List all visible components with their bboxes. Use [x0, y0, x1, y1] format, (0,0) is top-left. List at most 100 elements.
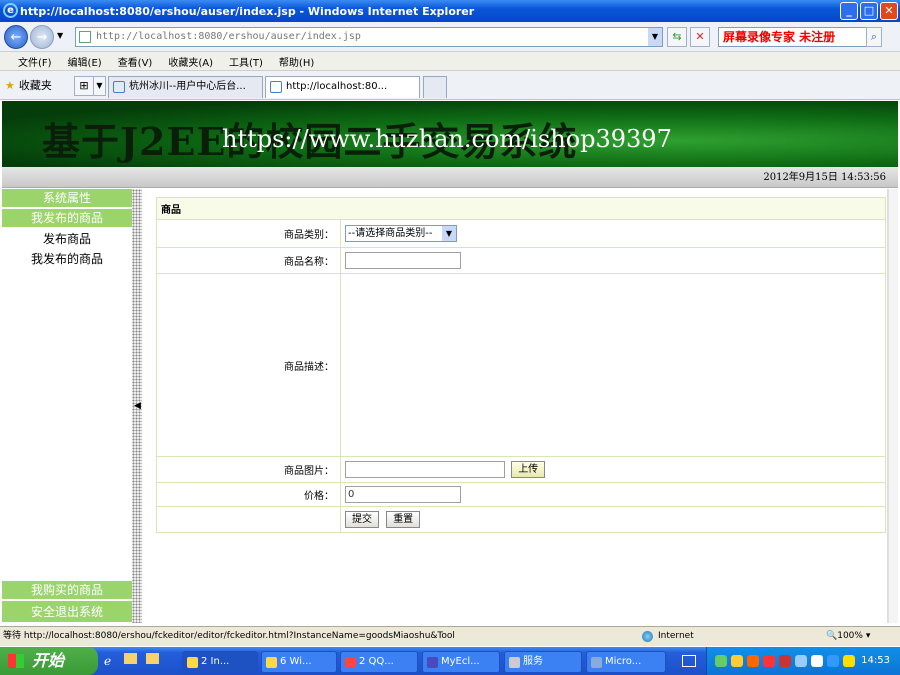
qq-tray-icon-3[interactable] [763, 655, 775, 667]
form-header: 商品 [156, 197, 886, 220]
description-editor[interactable] [340, 273, 886, 457]
tray-app-icon-3[interactable] [827, 655, 839, 667]
sidebar-section-purchased[interactable]: 我购买的商品 [2, 581, 132, 600]
forward-button[interactable]: → [30, 25, 54, 49]
services-icon [509, 657, 520, 668]
tab-localhost[interactable]: http://localhost:80... [265, 76, 420, 98]
description-label: 商品描述： [156, 273, 341, 457]
menu-item-favorites[interactable]: 收藏夹(A) [168, 54, 213, 69]
folder-icon [266, 657, 277, 668]
tab-bar: ★ 收藏夹 ⊞ ▼ 杭州冰川--用户中心后台... http://localhos… [0, 71, 900, 100]
task-explorer-windows[interactable]: 6 Wi... [261, 651, 337, 673]
keyboard-icon[interactable] [682, 655, 696, 667]
address-input[interactable]: http://localhost:8080/ershou/auser/index… [75, 27, 663, 47]
collapse-arrow-icon[interactable]: ◀ [134, 401, 141, 411]
page-icon [270, 81, 282, 93]
sidebar-section-system[interactable]: 系统属性 [2, 189, 132, 208]
quick-tabs-icon[interactable]: ⊞ [74, 76, 94, 96]
quicklaunch-ie-icon[interactable]: ℯ [104, 654, 111, 668]
menu-item-tools[interactable]: 工具(T) [229, 54, 263, 69]
address-toolbar: ← → ▼ http://localhost:8080/ershou/auser… [0, 22, 900, 52]
image-path-input[interactable] [345, 461, 505, 478]
menu-bar: 文件(F) 编辑(E) 查看(V) 收藏夹(A) 工具(T) 帮助(H) [0, 52, 900, 71]
menu-item-file[interactable]: 文件(F) [18, 54, 52, 69]
tab-list-dropdown-icon[interactable]: ▼ [94, 76, 106, 96]
chevron-down-icon: ▼ [442, 226, 456, 241]
menu-item-help[interactable]: 帮助(H) [279, 54, 314, 69]
qq-icon [345, 657, 356, 668]
frame-splitter[interactable]: ◀ [132, 189, 142, 623]
shield-icon[interactable] [843, 655, 855, 667]
quicklaunch-folder-icon[interactable] [124, 653, 137, 664]
search-icon[interactable]: ⌕ [866, 27, 882, 47]
main-content: 商品 商品类别： --请选择商品类别-- ▼ 商品名称： 商品描述： 商品图片：… [142, 189, 888, 623]
window-titlebar: e http://localhost:8080/ershou/auser/ind… [0, 0, 900, 22]
goods-name-input[interactable] [345, 252, 461, 269]
new-tab-button[interactable] [423, 76, 447, 98]
qq-tray-icon-2[interactable] [747, 655, 759, 667]
goods-form: 商品 商品类别： --请选择商品类别-- ▼ 商品名称： 商品描述： 商品图片：… [156, 197, 886, 533]
search-input[interactable]: 屏幕录像专家 未注册 [718, 27, 868, 47]
category-label: 商品类别： [156, 219, 341, 248]
tray-app-icon-2[interactable] [811, 655, 823, 667]
date-bar: 2012年9月15日 14:53:56 [2, 167, 898, 188]
reset-button[interactable]: 重置 [386, 511, 421, 528]
qq-tray-icon[interactable] [731, 655, 743, 667]
start-button[interactable]: 开始 [0, 647, 98, 675]
myeclipse-icon [427, 657, 438, 668]
tab-user-center[interactable]: 杭州冰川--用户中心后台... [108, 76, 263, 98]
sidebar-section-my-goods[interactable]: 我发布的商品 [2, 209, 132, 228]
image-row: 商品图片： 上传 [156, 456, 886, 483]
price-input[interactable]: 0 [345, 486, 461, 503]
refresh-button[interactable]: ⇆ [667, 27, 687, 47]
application-icon [591, 657, 602, 668]
minimize-button[interactable]: _ [840, 2, 858, 20]
sidebar: 系统属性 我发布的商品 发布商品 我发布的商品 我购买的商品 安全退出系统 [2, 189, 132, 623]
task-ie-windows[interactable]: 2 In... [182, 651, 258, 673]
system-tray: 14:53 [706, 647, 900, 675]
zoom-control[interactable]: 🔍100% ▾ [826, 627, 870, 646]
submit-button[interactable]: 提交 [345, 511, 379, 528]
task-myeclipse[interactable]: MyEcl... [422, 651, 500, 673]
task-qq-windows[interactable]: 2 QQ... [340, 651, 418, 673]
content-scrollbar[interactable] [888, 189, 898, 623]
description-row: 商品描述： [156, 273, 886, 457]
clock[interactable]: 14:53 [861, 647, 890, 675]
back-button[interactable]: ← [4, 25, 28, 49]
upload-button[interactable]: 上传 [511, 461, 546, 478]
qq-tray-icon-4[interactable] [779, 655, 791, 667]
stop-button[interactable]: ✕ [690, 27, 710, 47]
network-icon[interactable] [715, 655, 727, 667]
price-label: 价格： [156, 482, 341, 507]
category-select[interactable]: --请选择商品类别-- ▼ [345, 225, 457, 242]
ie-logo-icon: e [3, 3, 18, 18]
star-icon: ★ [5, 79, 15, 92]
favorites-button[interactable]: ★ 收藏夹 [5, 77, 52, 93]
task-microsoft[interactable]: Micro... [586, 651, 666, 673]
page-icon [79, 31, 91, 43]
name-label: 商品名称： [156, 247, 341, 274]
category-row: 商品类别： --请选择商品类别-- ▼ [156, 219, 886, 248]
status-bar: 等待 http://localhost:8080/ershou/fckedito… [0, 626, 900, 646]
sidebar-item-my-published[interactable]: 我发布的商品 [2, 249, 132, 269]
ie-page-icon [113, 81, 125, 93]
task-services[interactable]: 服务 [504, 651, 582, 673]
maximize-button[interactable]: □ [860, 2, 878, 20]
status-text: 等待 http://localhost:8080/ershou/fckedito… [3, 631, 455, 641]
action-row: 提交 重置 [156, 506, 886, 533]
menu-item-edit[interactable]: 编辑(E) [68, 54, 102, 69]
history-dropdown-icon[interactable]: ▼ [57, 31, 63, 40]
ie-icon [187, 657, 198, 668]
form-header-row: 商品 [156, 197, 886, 220]
close-button[interactable]: ✕ [880, 2, 898, 20]
quicklaunch-desktop-icon[interactable] [146, 653, 159, 664]
menu-item-view[interactable]: 查看(V) [118, 54, 153, 69]
price-row: 价格： 0 [156, 482, 886, 507]
sidebar-item-publish[interactable]: 发布商品 [2, 229, 132, 249]
globe-icon [642, 631, 653, 642]
sidebar-section-logout[interactable]: 安全退出系统 [2, 601, 132, 623]
tray-app-icon[interactable] [795, 655, 807, 667]
address-dropdown-icon[interactable]: ▼ [648, 28, 662, 46]
windows-taskbar: 开始 ℯ 2 In... 6 Wi... 2 QQ... MyEcl... 服务… [0, 647, 900, 675]
banner-watermark: https://www.huzhan.com/ishop39397 [222, 125, 672, 153]
